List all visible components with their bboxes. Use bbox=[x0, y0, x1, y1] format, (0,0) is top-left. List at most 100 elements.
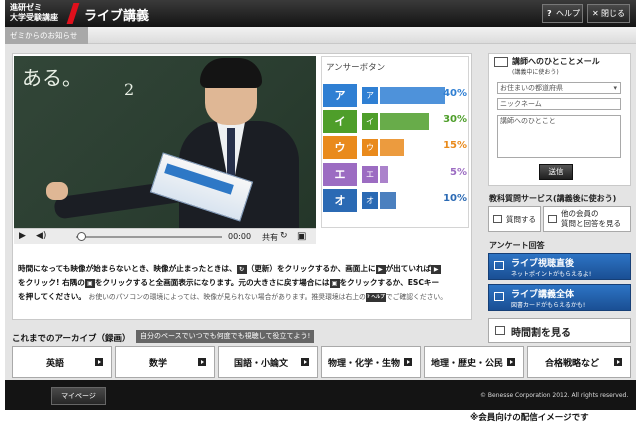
answer-bar-label: ア bbox=[362, 87, 378, 104]
answer-option[interactable]: オオ 10% bbox=[323, 189, 467, 212]
answer-option[interactable]: アア 40% bbox=[323, 84, 467, 107]
chevron-down-icon: ▾ bbox=[613, 84, 617, 92]
arrow-right-icon bbox=[95, 358, 103, 366]
answer-result-bar bbox=[380, 113, 429, 130]
chat-icon bbox=[493, 215, 502, 223]
answer-option[interactable]: ウウ 15% bbox=[323, 136, 467, 159]
survey-after-live-label: ライブ視聴直後 bbox=[511, 259, 575, 269]
subject-button-science[interactable]: 物理・化学・生物 bbox=[321, 346, 421, 378]
answer-percent: 5% bbox=[450, 167, 467, 178]
copyright-text: © Benesse Corporation 2012. All rights r… bbox=[480, 392, 629, 399]
survey-whole-label: ライブ講義全体 bbox=[511, 290, 575, 300]
prefecture-placeholder: お住まいの都道府県 bbox=[500, 84, 563, 92]
lecturer-hair bbox=[200, 58, 262, 88]
subject-button-japanese[interactable]: 国語・小論文 bbox=[218, 346, 318, 378]
service-title: 教科質問サービス(講義後に使おう) bbox=[489, 194, 617, 203]
subject-label: 数学 bbox=[148, 359, 167, 369]
play-icon[interactable]: ▶ bbox=[19, 231, 26, 241]
subject-button-math[interactable]: 数学 bbox=[115, 346, 215, 378]
fullscreen-icon: ▣ bbox=[329, 278, 340, 288]
answer-option[interactable]: イイ 30% bbox=[323, 110, 467, 133]
message-textarea[interactable]: 講師へのひとこと bbox=[497, 115, 621, 158]
answer-percent: 30% bbox=[443, 114, 467, 125]
chalk-writing: ある。 bbox=[22, 66, 82, 90]
survey-after-live-button[interactable]: ライブ視聴直後 ネットポイントがもらえるよ! bbox=[488, 253, 631, 280]
subject-button-social[interactable]: 地理・歴史・公民 bbox=[424, 346, 524, 378]
seek-bar[interactable] bbox=[76, 236, 222, 238]
help-chip: ? ヘルプ bbox=[365, 292, 386, 302]
video-player[interactable]: ある。 2 bbox=[14, 56, 316, 228]
view-others-button[interactable]: 他の会員の 質問と回答を見る bbox=[543, 206, 631, 232]
close-button[interactable]: ✕ 閉じる bbox=[587, 4, 630, 23]
close-label: 閉じる bbox=[601, 9, 625, 18]
arrow-right-icon bbox=[198, 358, 206, 366]
answer-result-bar bbox=[380, 87, 445, 104]
arrow-right-icon bbox=[614, 358, 622, 366]
answer-result-bar bbox=[380, 139, 404, 156]
image-caption: ※会員向けの配信イメージです bbox=[470, 413, 589, 423]
chat-icon bbox=[494, 292, 504, 301]
mail-subtitle: (講義中に使おう) bbox=[512, 69, 559, 76]
answer-percent: 15% bbox=[443, 140, 467, 151]
refresh-icon: ↻ bbox=[236, 264, 247, 274]
nickname-field[interactable]: ニックネーム bbox=[497, 98, 621, 110]
volume-icon[interactable]: ◀) bbox=[36, 231, 46, 241]
send-button[interactable]: 送信 bbox=[539, 164, 573, 180]
answer-bar-label: イ bbox=[362, 113, 378, 130]
notice-bar bbox=[5, 27, 636, 44]
answer-key-button[interactable]: エ bbox=[323, 163, 357, 186]
seek-handle[interactable] bbox=[77, 232, 86, 241]
answer-percent: 40% bbox=[443, 88, 467, 99]
notes-text-3c: でご確認ください。 bbox=[385, 293, 448, 301]
survey-after-live-sub: ネットポイントがもらえるよ! bbox=[511, 271, 592, 278]
help-button[interactable]: ? ヘルプ bbox=[542, 4, 583, 23]
subject-button-english[interactable]: 英語 bbox=[12, 346, 112, 378]
fullscreen-icon: ▣ bbox=[84, 278, 95, 288]
share-button[interactable]: 共有 bbox=[262, 232, 278, 243]
question-icon: ? bbox=[547, 9, 552, 18]
answer-key-button[interactable]: ウ bbox=[323, 136, 357, 159]
notes-text-3a: を押してください。 bbox=[18, 292, 86, 301]
answer-option[interactable]: エエ 5% bbox=[323, 163, 467, 186]
answer-key-button[interactable]: ア bbox=[323, 84, 357, 107]
survey-whole-button[interactable]: ライブ講義全体 図書カードがもらえるかも! bbox=[488, 284, 631, 311]
prefecture-select[interactable]: お住まいの都道府県 ▾ bbox=[497, 82, 621, 94]
chat-icon bbox=[494, 261, 504, 270]
notes-text-1b: （更新）をクリックするか、画面上に bbox=[246, 264, 376, 273]
time-display: 00:00 bbox=[228, 232, 252, 241]
survey-title: アンケート回答 bbox=[489, 241, 545, 250]
lecturer-hand bbox=[46, 182, 68, 200]
close-icon: ✕ bbox=[592, 9, 599, 18]
subject-button-strategy[interactable]: 合格戦略など bbox=[527, 346, 631, 378]
arrow-right-icon bbox=[404, 358, 412, 366]
refresh-icon[interactable]: ↻ bbox=[280, 231, 288, 241]
view-others-line1: 他の会員の bbox=[561, 209, 599, 218]
answer-result-bar bbox=[380, 192, 396, 209]
answer-bar-label: エ bbox=[362, 166, 378, 183]
notes-text-1a: 時間になっても映像が始まらないとき、映像が止まったときは、 bbox=[18, 264, 237, 273]
mypage-button[interactable]: マイページ bbox=[51, 387, 106, 405]
app-title: ライブ講義 bbox=[84, 9, 150, 24]
timetable-button[interactable]: 時間割を見る bbox=[488, 318, 631, 343]
answer-key-button[interactable]: イ bbox=[323, 110, 357, 133]
subject-label: 英語 bbox=[45, 359, 64, 369]
play-icon: ▶ bbox=[431, 264, 442, 274]
archive-subtitle: 自分のペースでいつでも何度でも視聴して役立てよう! bbox=[136, 330, 315, 343]
notes-text-2b: をクリックすると全画面表示になります。元の大きさに戻す場合には bbox=[94, 278, 330, 287]
ask-question-button[interactable]: 質問する bbox=[488, 206, 541, 232]
play-icon: ▶ bbox=[375, 264, 386, 274]
calendar-icon bbox=[495, 326, 505, 335]
fullscreen-icon[interactable]: ▣ bbox=[297, 231, 306, 242]
notes-text-2c: をクリックするか、ESCキー bbox=[339, 278, 440, 287]
answer-bar-label: ウ bbox=[362, 139, 378, 156]
view-others-line2: 質問と回答を見る bbox=[561, 219, 621, 228]
subject-label: 合格戦略など bbox=[544, 359, 599, 369]
app-window: 進研ゼミ 大学受験講座 ライブ講義 ? ヘルプ ✕ 閉じる ゼミからのお知らせ ある… bbox=[0, 0, 640, 426]
answer-key-button[interactable]: オ bbox=[323, 189, 357, 212]
arrow-right-icon bbox=[507, 358, 515, 366]
notes-text-1c: が出ていれば bbox=[385, 264, 432, 273]
envelope-icon bbox=[494, 57, 508, 67]
video-controls: ▶ ◀) 00:00 共有 ↻ ▣ bbox=[14, 228, 316, 244]
notes-text-2a: をクリック! 右隅の bbox=[18, 278, 85, 287]
notice-tab[interactable]: ゼミからのお知らせ bbox=[5, 27, 88, 44]
